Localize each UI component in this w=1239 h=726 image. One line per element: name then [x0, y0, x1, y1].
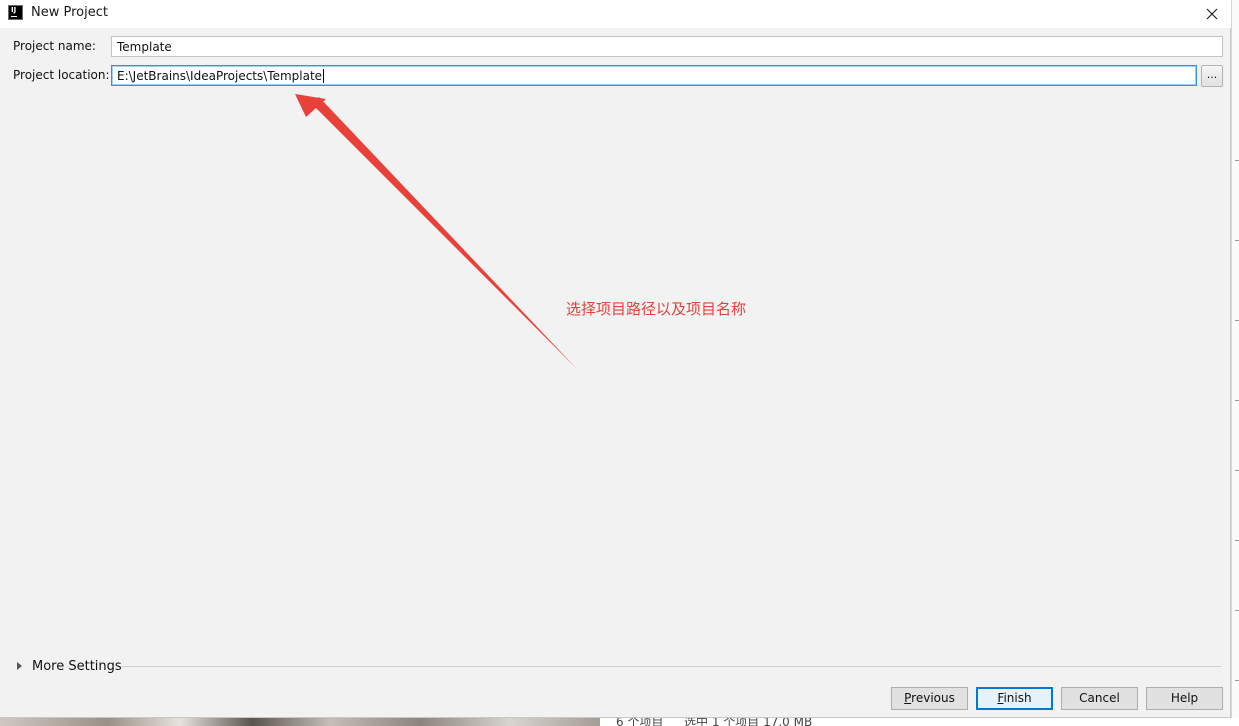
explorer-selected-info: 选中 1 个项目 17.0 MB	[684, 718, 813, 726]
help-button[interactable]: Help	[1146, 687, 1223, 710]
background-photo	[0, 718, 600, 726]
more-settings-label: More Settings	[32, 658, 122, 674]
title-bar[interactable]: IJ New Project	[0, 0, 1231, 28]
project-location-value: E:\JetBrains\IdeaProjects\Template	[117, 69, 323, 83]
project-name-label: Project name:	[13, 39, 96, 53]
annotation-arrow	[295, 94, 577, 369]
app-icon-label: IJ	[11, 6, 17, 14]
more-settings-toggle[interactable]: More Settings	[17, 657, 122, 675]
annotation-text: 选择项目路径以及项目名称	[566, 300, 747, 318]
project-location-label: Project location:	[13, 68, 110, 82]
finish-button[interactable]: Finish	[976, 687, 1053, 710]
intellij-app-icon: IJ	[8, 5, 23, 20]
project-name-value: Template	[117, 40, 172, 54]
background-explorer-statusbar: 6 个项目 选中 1 个项目 17.0 MB	[600, 718, 1239, 726]
cancel-button[interactable]: Cancel	[1061, 687, 1138, 710]
project-name-input[interactable]: Template	[111, 36, 1223, 57]
background-desktop-strip: 6 个项目 选中 1 个项目 17.0 MB	[0, 718, 1239, 726]
close-button[interactable]	[1198, 2, 1226, 26]
window-title: New Project	[31, 5, 108, 20]
browse-location-button[interactable]: ...	[1201, 65, 1223, 87]
project-location-input[interactable]: E:\JetBrains\IdeaProjects\Template	[111, 65, 1197, 86]
settings-separator	[122, 666, 1221, 667]
expand-triangle-icon	[17, 662, 22, 670]
previous-button[interactable]: Previous	[891, 687, 968, 710]
close-icon	[1206, 8, 1218, 20]
background-window-edge	[1231, 0, 1239, 726]
new-project-dialog: IJ New Project Project name: Template Pr…	[0, 0, 1231, 718]
explorer-item-count: 6 个项目	[616, 718, 664, 726]
text-caret	[323, 69, 325, 83]
